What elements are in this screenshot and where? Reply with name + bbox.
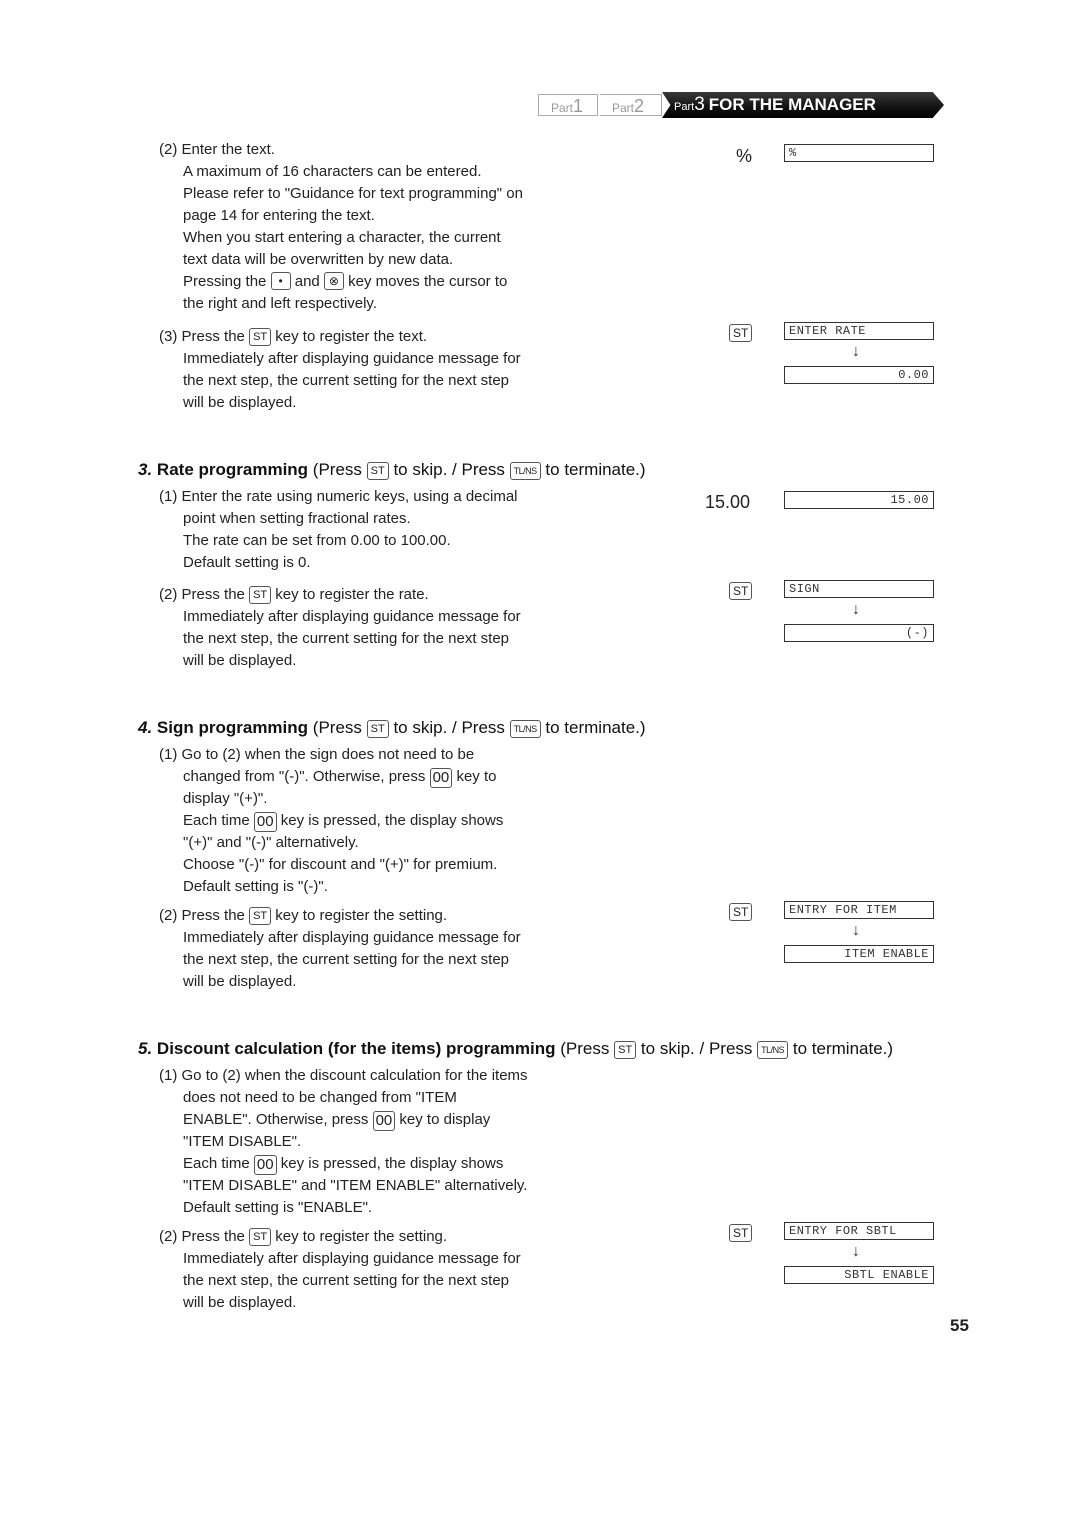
down-arrow-icon: ↓ (852, 601, 860, 618)
section-title: FOR THE MANAGER (708, 95, 876, 114)
st-key-icon: ST (729, 1224, 753, 1242)
display-item-enable: ITEM ENABLE (784, 945, 934, 963)
part-navigation-bar: Part1 Part2 Part3 FOR THE MANAGER (538, 92, 950, 118)
sign-step-2: (2) Press the ST key to register the set… (159, 907, 521, 990)
display-enter-rate: ENTER RATE (784, 322, 934, 340)
display-sign-value: (-) (784, 624, 934, 642)
discount-step-1: (1) Go to (2) when the discount calculat… (159, 1067, 528, 1216)
st-key-icon: ST (729, 324, 753, 342)
tlns-key-icon: TL/NS (757, 1041, 789, 1059)
down-arrow-icon: ↓ (852, 922, 860, 939)
rate-step-1: (1) Enter the rate using numeric keys, u… (159, 488, 518, 571)
st-key-icon: ST (614, 1041, 637, 1059)
st-key-icon: ST (366, 720, 389, 738)
tlns-key-icon: TL/NS (509, 720, 541, 738)
multiply-key-icon: ⊗ (323, 272, 344, 290)
st-key-icon: ST (249, 1228, 272, 1246)
display-percent: % (784, 144, 934, 162)
down-arrow-icon: ↓ (852, 1243, 860, 1260)
st-key-icon: ST (729, 903, 753, 921)
double-zero-key-icon: 00 (253, 1155, 277, 1175)
percent-key-label: % (736, 146, 753, 166)
display-entry-for-item: ENTRY FOR ITEM (784, 901, 934, 919)
display-sbtl-enable: SBTL ENABLE (784, 1266, 934, 1284)
display-sign: SIGN (784, 580, 934, 598)
sign-step-1: (1) Go to (2) when the sign does not nee… (159, 746, 504, 895)
down-arrow-icon: ↓ (852, 343, 860, 360)
st-key-icon: ST (366, 462, 389, 480)
section-3-heading: 3. Rate programming (Press ST to skip. /… (138, 460, 646, 480)
tab-part2: Part2 (600, 94, 662, 116)
tab-part1: Part1 (538, 94, 598, 116)
st-key-icon: ST (249, 328, 272, 346)
tab-part3-active: Part3 FOR THE MANAGER (662, 92, 944, 118)
double-zero-key-icon: 00 (372, 1111, 396, 1131)
discount-step-2: (2) Press the ST key to register the set… (159, 1228, 521, 1311)
rate-input-value: 15.00 (705, 492, 751, 512)
tlns-key-icon: TL/NS (509, 462, 541, 480)
dot-key-icon: • (270, 272, 291, 290)
display-rate-value: 0.00 (784, 366, 934, 384)
double-zero-key-icon: 00 (253, 812, 277, 832)
rate-step-2: (2) Press the ST key to register the rat… (159, 586, 521, 669)
st-key-icon: ST (729, 582, 753, 600)
page-number: 55 (950, 1316, 969, 1335)
display-rate-entered: 15.00 (784, 491, 934, 509)
section-4-heading: 4. Sign programming (Press ST to skip. /… (138, 718, 646, 738)
display-entry-for-sbtl: ENTRY FOR SBTL (784, 1222, 934, 1240)
step-2-enter-text: (2) Enter the text. A maximum of 16 char… (159, 141, 523, 312)
step-3-register-text: (3) Press the ST key to register the tex… (159, 328, 521, 411)
double-zero-key-icon: 00 (429, 768, 453, 788)
st-key-icon: ST (249, 586, 272, 604)
section-5-heading: 5. Discount calculation (for the items) … (138, 1039, 894, 1059)
st-key-icon: ST (249, 907, 272, 925)
